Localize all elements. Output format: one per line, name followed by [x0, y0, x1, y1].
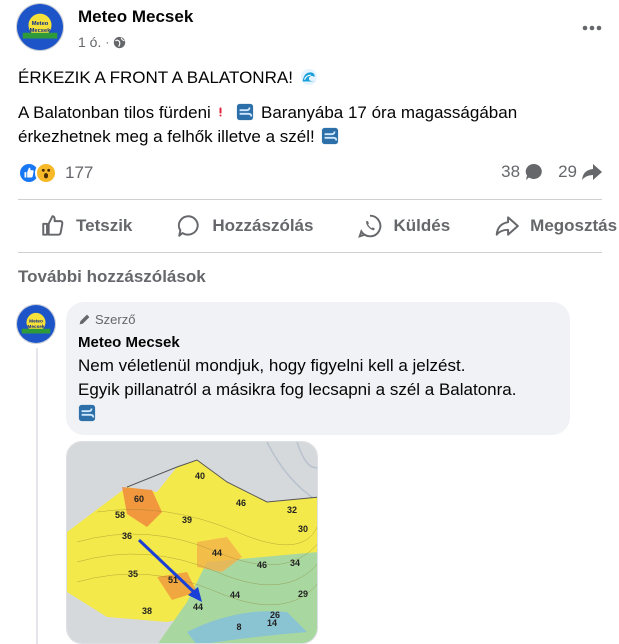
map-value-label: 44: [230, 590, 240, 600]
map-value-label: 40: [195, 471, 205, 481]
map-value-label: 36: [122, 531, 132, 541]
map-value-label: 30: [298, 524, 308, 534]
post-line-2a: A Balatonban tilos fürdeni: [18, 103, 211, 122]
svg-text:Meteo: Meteo: [29, 318, 43, 324]
wind-forecast-map: 4060584639323044363546 34512938 4444268 14: [67, 442, 317, 643]
map-value-label: 14: [267, 618, 277, 628]
page-avatar[interactable]: Meteo Mecsek: [16, 3, 64, 51]
comment-author[interactable]: Meteo Mecsek: [78, 334, 558, 351]
comment-button[interactable]: Hozzászólás: [154, 206, 335, 246]
post-meta: 1 ó. ·: [78, 34, 126, 50]
share-button-label: Megosztás: [530, 216, 618, 235]
wind-face-emoji-icon: [237, 103, 254, 121]
wave-emoji-icon: [300, 68, 317, 86]
page-name[interactable]: Meteo Mecsek: [78, 7, 193, 27]
map-value-label: 34: [290, 558, 300, 568]
comment-line-1: Nem véletlenül mondjuk, hogy figyelni ke…: [78, 356, 466, 375]
share-icon: [495, 216, 519, 236]
comment-avatar[interactable]: Meteo Mecsek: [16, 304, 56, 344]
map-value-label: 29: [298, 589, 308, 599]
reactions-count: 177: [65, 163, 94, 182]
wind-face-emoji-icon: [322, 127, 339, 145]
send-button-label: Küldés: [393, 216, 451, 235]
map-value-label: 32: [287, 505, 297, 515]
comment-bubble: Szerző Meteo Mecsek Nem véletlenül mondj…: [66, 302, 570, 435]
post-line-2c: érkezhetnek meg a felhők illetve a szél!: [18, 127, 315, 146]
meta-separator: ·: [105, 35, 110, 49]
map-value-label: 8: [236, 622, 241, 632]
comment-thread-line: [36, 348, 38, 644]
comment-line-2: Egyik pillanatról a másikra fog lecsapni…: [78, 380, 517, 399]
author-badge-label: Szerző: [95, 311, 136, 327]
map-value-label: 44: [193, 602, 203, 612]
map-value-label: 46: [257, 560, 267, 570]
wow-reaction-icon: [35, 162, 57, 184]
meteo-mecsek-logo: Meteo Mecsek: [17, 4, 63, 50]
like-button-label: Tetszik: [76, 216, 133, 235]
post-line-1: ÉRKEZIK A FRONT A BALATONRA!: [18, 68, 293, 87]
post-actions: Tetszik Hozzászólás Küldés Megosztás: [18, 206, 617, 246]
meteo-mecsek-logo: Meteo Mecsek: [17, 305, 55, 343]
map-value-label: 58: [115, 510, 125, 520]
map-value-label: 35: [128, 569, 138, 579]
post-time[interactable]: 1 ó.: [78, 34, 101, 50]
post-header: Meteo Mecsek Meteo Mecsek 1 ó. ·: [16, 2, 606, 54]
map-value-label: 46: [236, 498, 246, 508]
post-headline: ÉRKEZIK A FRONT A BALATONRA!: [18, 66, 598, 90]
pencil-icon: [79, 314, 90, 324]
comment-button-label: Hozzászólás: [212, 216, 314, 235]
comments-count-link[interactable]: 38: [501, 162, 544, 182]
svg-text:Meteo: Meteo: [32, 21, 49, 27]
comment-text: Nem véletlenül mondjuk, hogy figyelni ke…: [78, 354, 558, 426]
comments-count: 38: [501, 162, 521, 181]
actions-divider: [18, 252, 602, 253]
share-arrow-icon: [582, 164, 602, 180]
shares-count-link[interactable]: 29: [558, 162, 603, 182]
map-value-label: 38: [142, 606, 152, 616]
map-value-label: 51: [168, 575, 178, 585]
more-dots-icon[interactable]: [578, 14, 606, 42]
red-exclamation-icon: [219, 107, 222, 117]
whatsapp-icon: [358, 214, 382, 238]
reactions-summary[interactable]: 177: [18, 162, 93, 184]
send-button[interactable]: Küldés: [335, 206, 472, 246]
globe-icon: [114, 36, 126, 48]
engagement-counts: 38 29: [501, 162, 603, 182]
comment-icon: [178, 215, 200, 237]
stats-divider: [18, 199, 602, 200]
map-value-label: 39: [182, 515, 192, 525]
author-badge: Szerző: [78, 310, 558, 328]
map-value-label: 44: [212, 548, 222, 558]
post-body: ÉRKEZIK A FRONT A BALATONRA! A Balatonba…: [18, 66, 598, 160]
shares-count: 29: [558, 162, 577, 181]
wind-face-emoji-icon: [78, 404, 96, 422]
post-line-2b: Baranyába 17 óra magasságában: [261, 103, 518, 122]
share-button[interactable]: Megosztás: [472, 206, 619, 246]
comment-bubble-icon: [525, 163, 542, 180]
map-value-label: 60: [134, 494, 144, 504]
post-stats: 177 38 29: [18, 162, 603, 188]
like-button[interactable]: Tetszik: [18, 206, 154, 246]
comment-map-image[interactable]: 40 60 58 46 39 32 30 44 36 35 46 34 51 29 38 44 44 26 8 14: [66, 441, 318, 644]
post-paragraph: A Balatonban tilos fürdeni Baranyába 17 …: [18, 101, 598, 149]
svg-text:Mecsek: Mecsek: [27, 324, 45, 330]
more-comments-link[interactable]: További hozzászólások: [18, 267, 206, 287]
svg-text:Mecsek: Mecsek: [30, 28, 52, 34]
like-icon: [42, 215, 64, 236]
